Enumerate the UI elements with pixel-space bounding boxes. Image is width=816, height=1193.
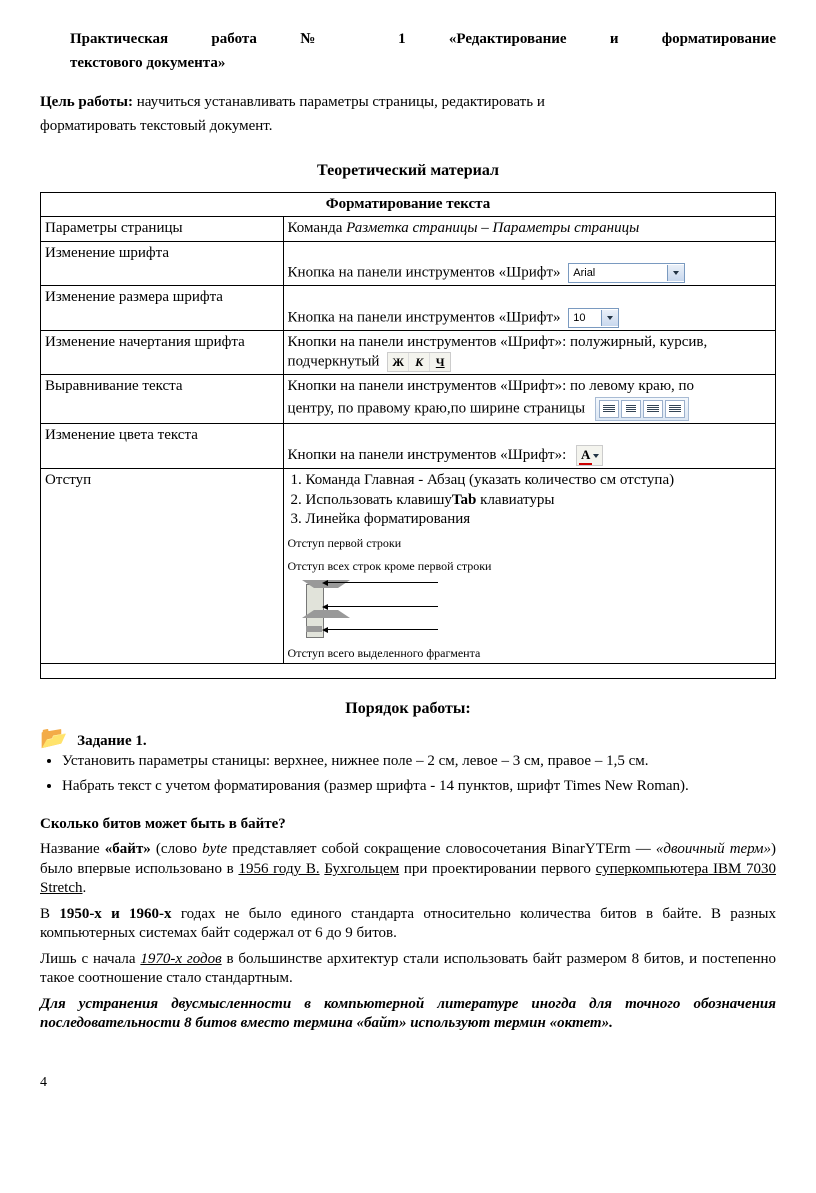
- fontsize-dropdown[interactable]: 10: [568, 308, 619, 328]
- list-item: Установить параметры станицы: верхнее, н…: [62, 752, 776, 772]
- page-number: 4: [40, 1074, 776, 1092]
- font-color-button[interactable]: А: [576, 445, 603, 466]
- cell-fontsize-cmd: Кнопка на панели инструментов «Шрифт» 10: [283, 286, 775, 331]
- font-dropdown[interactable]: Arial: [568, 263, 685, 283]
- formatting-table: Форматирование текста Параметры страницы…: [40, 192, 776, 679]
- align-right-icon[interactable]: [643, 400, 663, 418]
- paragraph: Лишь с начала 1970-х годов в большинстве…: [40, 950, 776, 989]
- bold-italic-underline-icons[interactable]: Ж К Ч: [387, 352, 451, 372]
- alignment-buttons[interactable]: [595, 397, 689, 421]
- table-row: Изменение начертания шрифта Кнопки на па…: [41, 330, 776, 375]
- cell-font: Изменение шрифта: [41, 241, 284, 286]
- underline-icon[interactable]: Ч: [430, 353, 450, 371]
- cell-fontsize: Изменение размера шрифта: [41, 286, 284, 331]
- theory-title: Теоретический материал: [40, 161, 776, 182]
- font-color-icon: А: [579, 447, 592, 464]
- paragraph-emphasis: Для устранения двусмысленности в компьют…: [40, 995, 776, 1034]
- chevron-down-icon[interactable]: [667, 265, 684, 281]
- paragraph: В 1950-х и 1960-х годах не было единого …: [40, 905, 776, 944]
- ruler-caption-1: Отступ первой строки: [288, 536, 771, 551]
- cell-style-cmd: Кнопки на панели инструментов «Шрифт»: п…: [283, 330, 775, 375]
- fontsize-value: 10: [569, 311, 601, 325]
- order-title: Порядок работы:: [40, 699, 776, 720]
- align-left-icon[interactable]: [599, 400, 619, 418]
- table-row: [41, 663, 776, 678]
- goal-line2: форматировать текстовый документ.: [40, 117, 776, 137]
- cell-indent-cmd: Команда Главная - Абзац (указать количес…: [283, 469, 775, 664]
- cell-params: Параметры страницы: [41, 217, 284, 242]
- task-header: 📂 Задание 1.: [40, 727, 776, 752]
- goal-label: Цель работы:: [40, 94, 133, 110]
- task1-title: Задание 1.: [77, 733, 146, 749]
- cell-indent: Отступ: [41, 469, 284, 664]
- doc-title-line2: текстового документа»: [70, 54, 776, 74]
- table-row: Изменение цвета текста Кнопки на панели …: [41, 423, 776, 468]
- table-row: Отступ Команда Главная - Абзац (указать …: [41, 469, 776, 664]
- goal-text-1: научиться устанавливать параметры страни…: [133, 94, 545, 110]
- chevron-down-icon[interactable]: [592, 454, 600, 458]
- cell-align-cmd: Кнопки на панели инструментов «Шрифт»: п…: [283, 375, 775, 424]
- list-item: Набрать текст с учетом форматирования (р…: [62, 777, 776, 797]
- cell-color-cmd: Кнопки на панели инструментов «Шрифт»: А: [283, 423, 775, 468]
- cell-params-cmd: Команда Разметка страницы – Параметры ст…: [283, 217, 775, 242]
- folder-icon: 📂: [40, 725, 67, 750]
- ruler-diagram: Отступ первой строки Отступ всех строк к…: [288, 536, 771, 661]
- cell-color: Изменение цвета текста: [41, 423, 284, 468]
- table-row: Выравнивание текста Кнопки на панели инс…: [41, 375, 776, 424]
- italic-icon[interactable]: К: [409, 353, 430, 371]
- table-row: Параметры страницы Команда Разметка стра…: [41, 217, 776, 242]
- task1-bullets: Установить параметры станицы: верхнее, н…: [40, 752, 776, 797]
- ruler-icon: [292, 580, 352, 640]
- font-dropdown-value: Arial: [569, 266, 667, 280]
- align-justify-icon[interactable]: [665, 400, 685, 418]
- cell-font-cmd: Кнопка на панели инструментов «Шрифт» Ar…: [283, 241, 775, 286]
- table-row: Изменение шрифта Кнопка на панели инстру…: [41, 241, 776, 286]
- cell-align: Выравнивание текста: [41, 375, 284, 424]
- article-heading: Сколько битов может быть в байте?: [40, 815, 776, 835]
- bold-icon[interactable]: Ж: [388, 353, 409, 371]
- doc-title-line1: Практическая работа № 1 «Редактирование …: [70, 30, 776, 50]
- list-item: Команда Главная - Абзац (указать количес…: [306, 471, 771, 491]
- list-item: Использовать клавишуTab клавиатуры: [306, 491, 771, 511]
- ruler-caption-3: Отступ всего выделенного фрагмента: [288, 646, 771, 661]
- table-row: Изменение размера шрифта Кнопка на панел…: [41, 286, 776, 331]
- table-header: Форматирование текста: [41, 192, 776, 217]
- goal-line1: Цель работы: научиться устанавливать пар…: [40, 93, 776, 113]
- paragraph: Название «байт» (слово byte представляет…: [40, 840, 776, 899]
- chevron-down-icon[interactable]: [601, 310, 618, 326]
- cell-style: Изменение начертания шрифта: [41, 330, 284, 375]
- align-center-icon[interactable]: [621, 400, 641, 418]
- list-item: Линейка форматирования: [306, 510, 771, 530]
- ruler-caption-2: Отступ всех строк кроме первой строки: [288, 559, 771, 574]
